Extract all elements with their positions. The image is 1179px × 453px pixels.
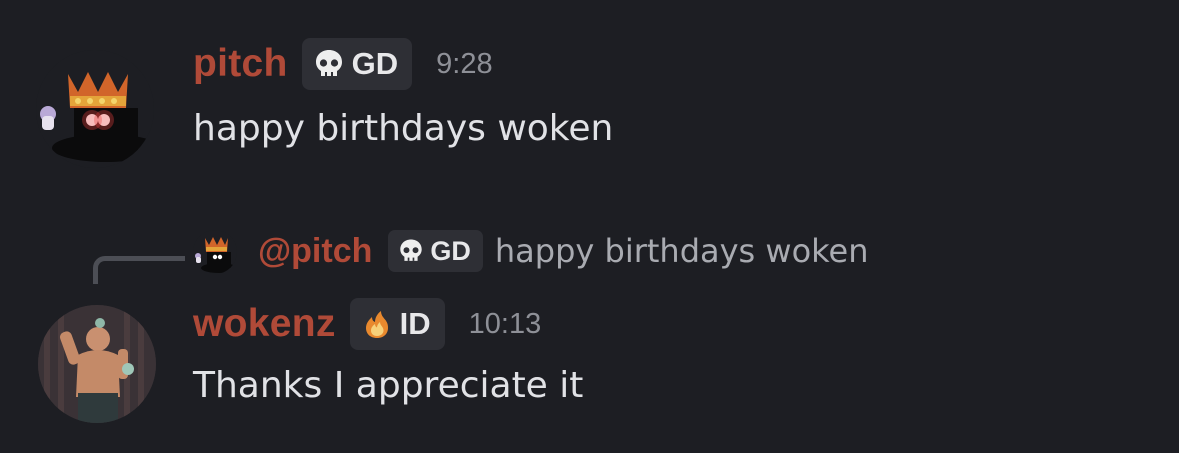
- guild-tag-label: GD: [351, 46, 399, 81]
- timestamp[interactable]: 9:28: [436, 48, 492, 81]
- message-content: Thanks I appreciate it: [193, 365, 584, 406]
- avatar-wokenz[interactable]: [38, 305, 156, 423]
- chat-message-list: pitch GD 9:28 happy birthdays woken @pit…: [0, 0, 1179, 453]
- guild-tag-badge[interactable]: GD: [301, 38, 413, 90]
- crown-hat-avatar-icon: [193, 230, 237, 274]
- username[interactable]: pitch: [193, 42, 288, 86]
- flame-icon: [365, 311, 388, 338]
- reply-guild-tag-badge[interactable]: GD: [388, 230, 483, 272]
- reply-preview-text[interactable]: happy birthdays woken: [495, 232, 869, 270]
- message-header: pitch GD 9:28: [193, 36, 493, 92]
- skull-icon: [315, 50, 342, 76]
- reply-avatar-pitch[interactable]: [193, 230, 237, 274]
- timestamp[interactable]: 10:13: [469, 308, 542, 341]
- message-content: happy birthdays woken: [193, 108, 614, 149]
- crown-hat-avatar-icon: [36, 50, 154, 168]
- guild-tag-badge[interactable]: ID: [349, 298, 445, 350]
- username[interactable]: wokenz: [193, 302, 336, 346]
- guild-tag-label: ID: [399, 306, 431, 341]
- reply-connector-line: [93, 256, 185, 284]
- avatar-pitch[interactable]: [36, 50, 154, 168]
- reply-preview[interactable]: @pitch GD happy birthdays woken: [258, 228, 869, 274]
- message-header: wokenz ID 10:13: [193, 296, 541, 352]
- person-photo-avatar-icon: [38, 305, 156, 423]
- skull-icon: [400, 239, 423, 261]
- reply-guild-tag-label: GD: [430, 235, 471, 266]
- reply-username[interactable]: @pitch: [258, 232, 372, 271]
